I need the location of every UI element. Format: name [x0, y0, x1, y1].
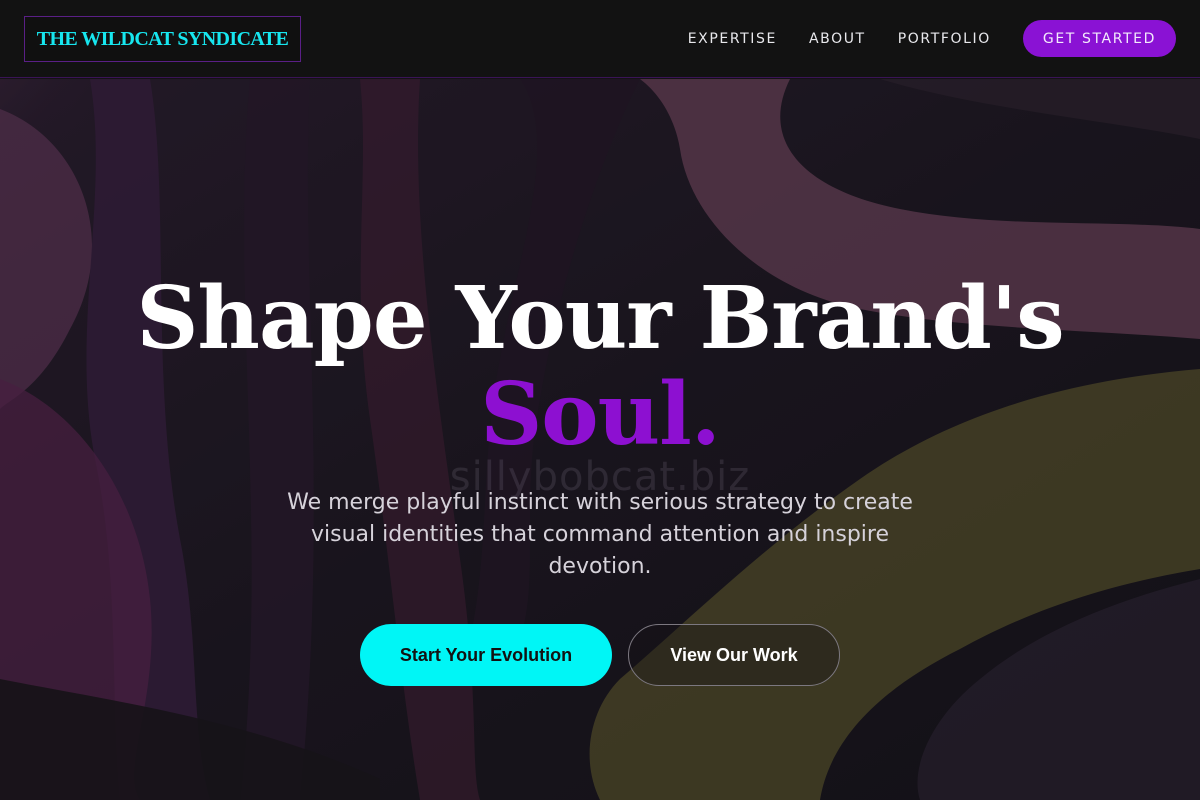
- nav-link-expertise[interactable]: EXPERTISE: [688, 31, 777, 47]
- top-navbar: THE WILDCAT SYNDICATE EXPERTISE ABOUT PO…: [0, 0, 1200, 78]
- headline-line-2: Soul.: [480, 364, 721, 465]
- hero-headline: Shape Your Brand's Soul.: [0, 271, 1200, 463]
- site-logo[interactable]: THE WILDCAT SYNDICATE: [24, 16, 301, 62]
- nav-link-portfolio[interactable]: PORTFOLIO: [898, 31, 991, 47]
- nav-links: EXPERTISE ABOUT PORTFOLIO GET STARTED: [656, 20, 1176, 57]
- view-our-work-button[interactable]: View Our Work: [628, 624, 840, 686]
- start-your-evolution-button[interactable]: Start Your Evolution: [360, 624, 612, 686]
- nav-link-about[interactable]: ABOUT: [809, 31, 866, 47]
- hero-section: sillybobcat.biz Shape Your Brand's Soul.…: [0, 79, 1200, 800]
- headline-line-1: Shape Your Brand's: [136, 268, 1064, 369]
- get-started-button[interactable]: GET STARTED: [1022, 20, 1176, 57]
- hero-subtext: We merge playful instinct with serious s…: [287, 490, 913, 579]
